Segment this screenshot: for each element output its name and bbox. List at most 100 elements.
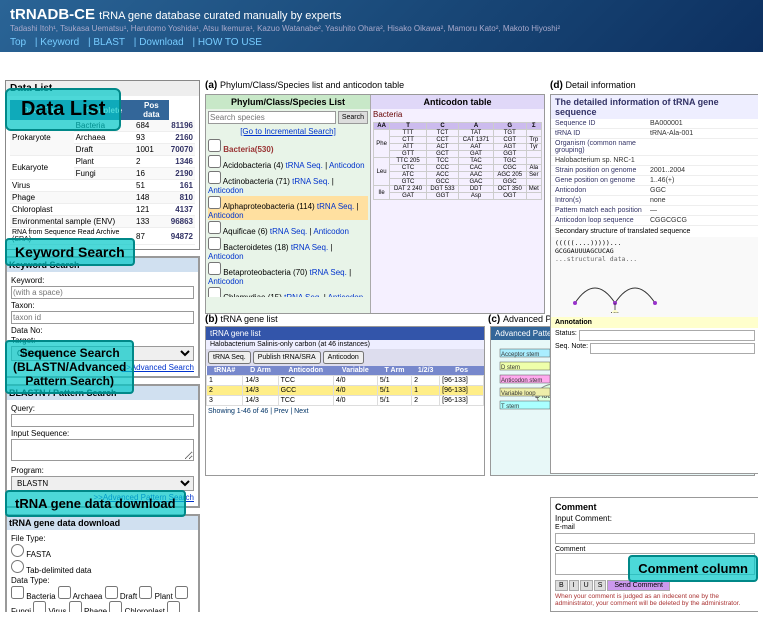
fasta-radio[interactable]: [11, 544, 24, 557]
cb-draft[interactable]: [105, 586, 118, 599]
detail-structure-display: (((((....)))))... GCGGAUUUAGCUCAG ...str…: [551, 237, 758, 317]
table-row: 1 14/3 TCC 4/0 5/1 2 [96-133]: [207, 376, 484, 386]
cell-class: 2: [412, 376, 440, 386]
target-select[interactable]: Chloroplast ENA tRNA: [11, 346, 194, 361]
nav-blast[interactable]: BLAST: [93, 37, 125, 48]
anticodon-btn[interactable]: Anticodon: [323, 351, 364, 364]
keyword-search-title: Keyword Search: [7, 258, 198, 272]
actino-check[interactable]: [208, 171, 221, 184]
nav-top[interactable]: Top: [10, 37, 26, 48]
seq-note-input[interactable]: [590, 343, 755, 354]
cell-darm: 14/3: [243, 376, 278, 386]
species-search-button[interactable]: Search: [338, 111, 368, 124]
svg-text:Acceptor stem: Acceptor stem: [501, 352, 539, 358]
keyword-input[interactable]: [11, 286, 194, 299]
publish-button[interactable]: Publish tRNA/SRA: [253, 351, 321, 364]
anticodon-mini-table: AA T C A G Σ Phe TTT TCT T: [373, 122, 542, 200]
cb-archaea[interactable]: [58, 586, 71, 599]
taxon-input[interactable]: [11, 311, 194, 324]
actino-trna-link[interactable]: tRNA Seq.: [292, 177, 329, 186]
email-input[interactable]: [555, 533, 755, 544]
beta-anticodon-link[interactable]: Anticodon: [208, 277, 244, 286]
species-search-input[interactable]: [208, 111, 336, 124]
cell-complete: 684: [134, 120, 169, 132]
nav-howto[interactable]: HOW TO USE: [198, 37, 262, 48]
cell: ATC: [390, 172, 427, 179]
input-comment-label: Input Comment:: [555, 514, 755, 523]
cell: CAT 1371: [459, 137, 494, 144]
cell-trna: 1: [207, 376, 243, 386]
cell-trna: 3: [207, 396, 243, 406]
advanced-search-link[interactable]: >>Advanced Search: [11, 363, 194, 372]
col-trna: tRNA#: [207, 366, 243, 376]
goto-incremental-link[interactable]: [Go to Incremental Search]: [206, 126, 370, 137]
cb-fungi[interactable]: [175, 586, 188, 599]
table-row: Phage 148 810: [10, 192, 195, 204]
detail-annotation: Annotation: [551, 317, 758, 328]
cell: OGT: [493, 193, 526, 200]
chlamy-check[interactable]: [208, 287, 221, 297]
cb-plant[interactable]: [139, 586, 152, 599]
cell-complete: 148: [134, 192, 169, 204]
nav-keyword[interactable]: Keyword: [40, 37, 79, 48]
alpha-check[interactable]: [208, 196, 221, 209]
status-input[interactable]: [579, 330, 755, 341]
acidobacteria-trna-link[interactable]: tRNA Seq.: [285, 161, 322, 170]
comment-textarea[interactable]: [555, 553, 755, 575]
bact-trna-link[interactable]: tRNA Seq.: [291, 243, 328, 252]
aa-leu: Leu: [374, 158, 390, 186]
species-list-panel: Phylum/Class/Species List Search [Go to …: [206, 95, 371, 314]
chlamy-trna-link[interactable]: tRNA Seq.: [284, 293, 321, 297]
panel-b-note: Halobacterium Salinis-only carbon (at 46…: [206, 340, 484, 349]
italic-button[interactable]: I: [569, 580, 579, 591]
cb-virus[interactable]: [33, 601, 46, 612]
cb-chloroplast[interactable]: [109, 601, 122, 612]
strikethrough-button[interactable]: S: [594, 580, 607, 591]
actino-anticodon-link[interactable]: Anticodon: [208, 186, 244, 195]
cell-trna: 2: [207, 386, 243, 396]
anticodon-panel-title: Anticodon table: [371, 95, 544, 109]
comment-buttons: B I U S Send Comment: [555, 580, 755, 591]
advanced-pattern-link[interactable]: >>Advanced Pattern Search: [11, 493, 194, 502]
nav-download[interactable]: Download: [139, 37, 183, 48]
query-input[interactable]: [11, 414, 194, 427]
tab-radio[interactable]: [11, 560, 24, 573]
cell: ACT: [426, 144, 458, 151]
cell: TCC: [426, 158, 458, 165]
table-row: Prokaryote Bacteria 684 81196: [10, 120, 195, 132]
trna-seq-button[interactable]: tRNA Seq.: [208, 351, 251, 364]
program-select[interactable]: BLASTN tRNA: [11, 476, 194, 491]
bact-anticodon-link[interactable]: Anticodon: [208, 252, 244, 261]
fasta-option: FASTA: [11, 544, 194, 559]
cell: GTC: [390, 179, 427, 186]
cb-phage[interactable]: [69, 601, 82, 612]
cell: AAC: [459, 172, 494, 179]
acidobacteria-check[interactable]: [208, 155, 221, 168]
section-d-label: (d) Detail information: [550, 80, 636, 91]
alpha-anticodon-link[interactable]: Anticodon: [208, 211, 244, 220]
input-seq-label: Input Sequence:: [11, 429, 194, 438]
chlamy-anticodon-link[interactable]: Anticodon: [328, 293, 364, 297]
cell: CTT: [390, 137, 427, 144]
aa-ile: Ile: [374, 186, 390, 200]
table-row: Chloroplast 121 4137: [10, 204, 195, 216]
cb-env[interactable]: [167, 601, 180, 612]
site-title: tRNADB-CE tRNA gene database curated man…: [10, 6, 753, 23]
alpha-trna-link[interactable]: tRNA Seq.: [317, 202, 354, 211]
cell: CAC: [459, 165, 494, 172]
bact-check[interactable]: [208, 237, 221, 250]
beta-trna-link[interactable]: tRNA Seq.: [310, 268, 347, 277]
acidobacteria-anticodon-link[interactable]: Anticodon: [329, 161, 365, 170]
bacteria-checkbox[interactable]: [208, 139, 221, 152]
bold-button[interactable]: B: [555, 580, 568, 591]
send-comment-button[interactable]: Send Comment: [607, 580, 670, 591]
aqui-trna-link[interactable]: tRNA Seq.: [270, 227, 307, 236]
detail-pattern: Pattern match each position —: [551, 206, 758, 216]
cb-bacteria[interactable]: [11, 586, 24, 599]
aqui-anticodon-link[interactable]: Anticodon: [313, 227, 349, 236]
underline-button[interactable]: U: [580, 580, 593, 591]
aqui-check[interactable]: [208, 221, 221, 234]
sequence-textarea[interactable]: [11, 439, 194, 461]
detail-panel: The detailed information of tRNA gene se…: [550, 94, 758, 474]
beta-check[interactable]: [208, 262, 221, 275]
